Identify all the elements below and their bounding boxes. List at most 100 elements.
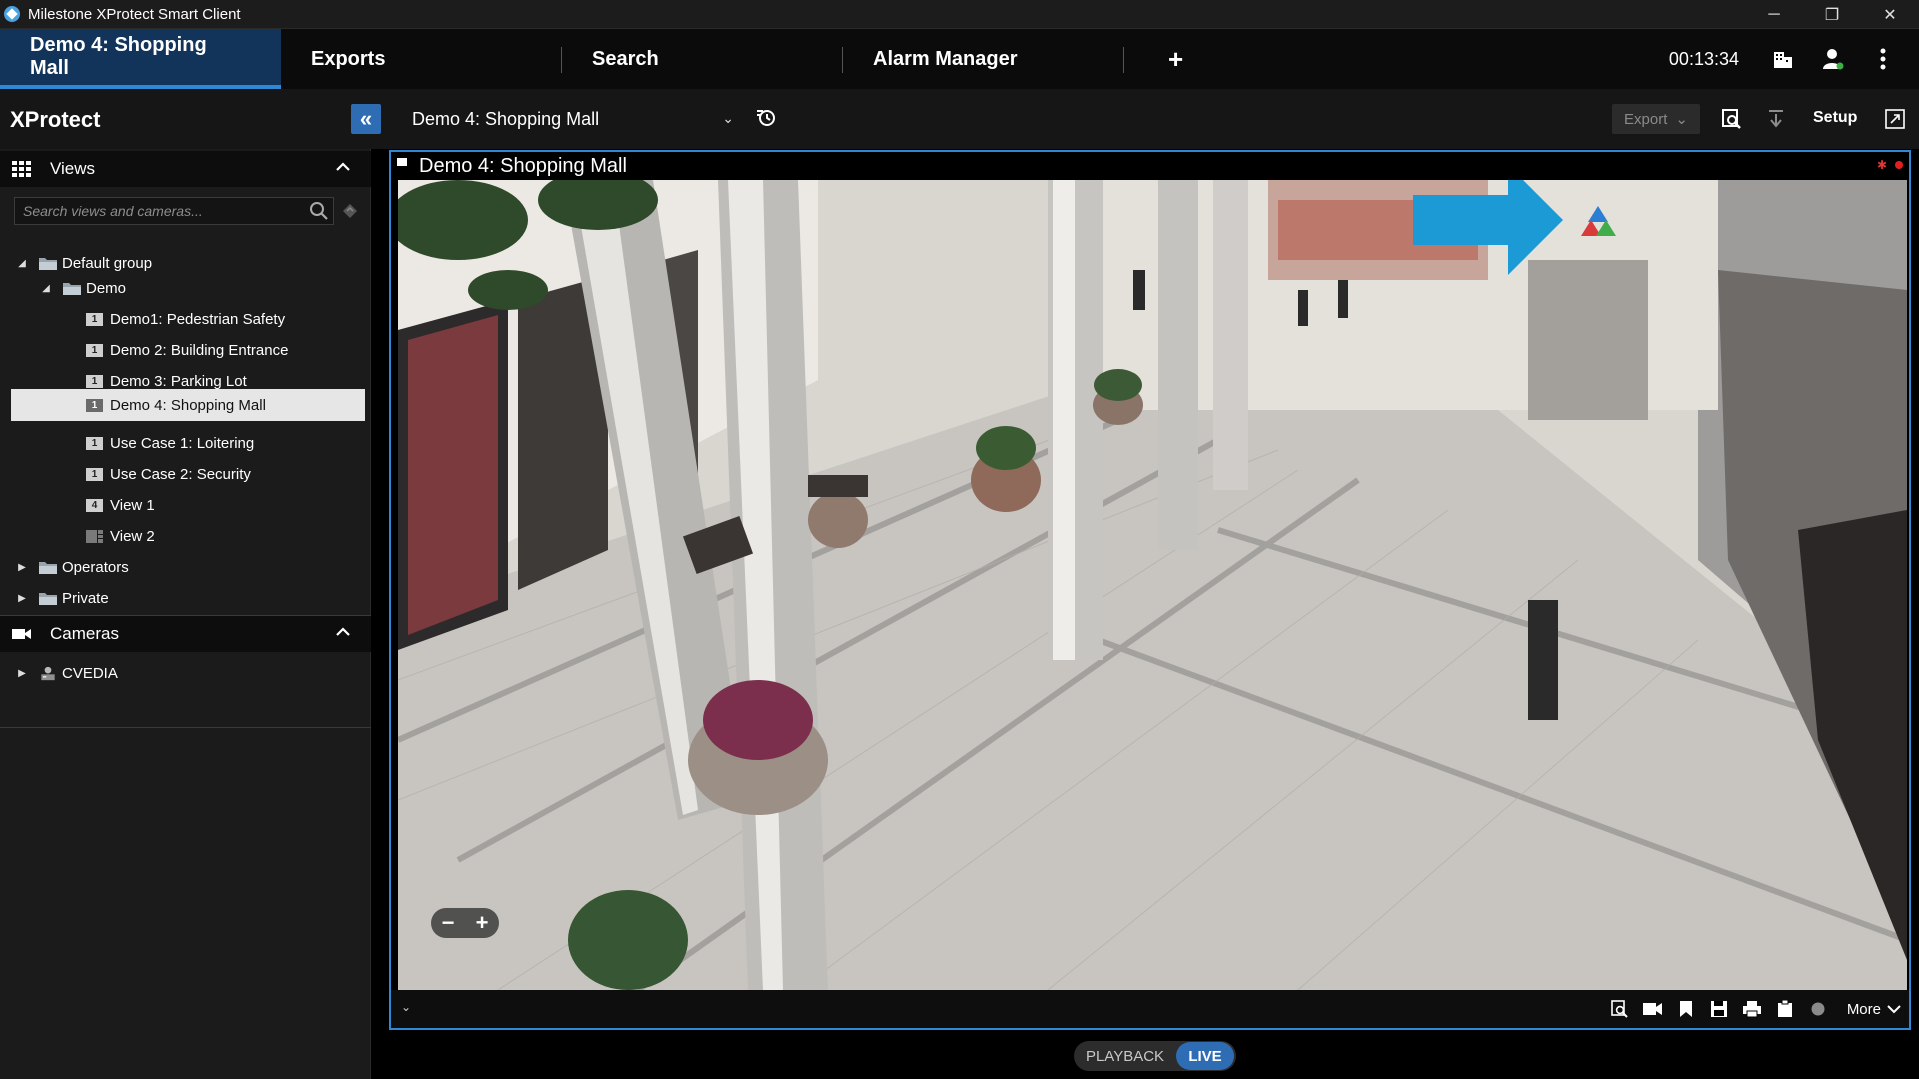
tree-view-use-case-1[interactable]: 1 Use Case 1: Loitering: [86, 429, 254, 457]
more-menu-button[interactable]: More: [1847, 1001, 1901, 1018]
more-label: More: [1846, 1000, 1881, 1018]
add-tab-button[interactable]: +: [1124, 29, 1183, 89]
tab-search[interactable]: Search: [562, 29, 843, 89]
views-pane-header[interactable]: Views: [0, 151, 371, 187]
playback-mode-button[interactable]: PLAYBACK: [1074, 1048, 1176, 1065]
export-label: Export: [1624, 110, 1668, 128]
tree-label: CVEDIA: [62, 664, 118, 682]
single-view-icon: 1: [86, 398, 103, 412]
single-view-icon: 1: [86, 312, 103, 326]
tree-folder-private[interactable]: ▶ Private: [16, 584, 109, 612]
tree-label: Demo 3: Parking Lot: [110, 372, 247, 390]
tree-label: Use Case 2: Security: [110, 465, 251, 483]
bookmark-icon[interactable]: [1676, 999, 1696, 1019]
restore-button[interactable]: ❐: [1803, 0, 1861, 29]
tree-server-cvedia[interactable]: ▶ CVEDIA: [16, 659, 118, 687]
clock: 00:13:34: [1668, 48, 1739, 69]
selected-view-label: Demo 4: Shopping Mall: [412, 108, 600, 129]
tab-separator: [1123, 47, 1124, 73]
close-button[interactable]: ✕: [1861, 0, 1919, 29]
clear-filter-icon[interactable]: [340, 201, 360, 221]
cameras-pane-title: Cameras: [50, 624, 119, 643]
user-icon[interactable]: [1819, 45, 1847, 73]
tree-folder-default-group[interactable]: ◢ Default group: [16, 249, 152, 277]
more-options-icon[interactable]: [1869, 45, 1897, 73]
collapsed-arrow-icon[interactable]: ▶: [16, 593, 28, 604]
tab-demo-4-shopping-mall[interactable]: Demo 4: Shopping Mall: [0, 29, 281, 89]
tree-label: Demo1: Pedestrian Safety: [110, 310, 286, 328]
record-camera-icon[interactable]: [1642, 999, 1663, 1019]
tree-folder-operators[interactable]: ▶ Operators: [16, 553, 129, 581]
camera-navigator-icon[interactable]: [754, 105, 782, 133]
expanded-arrow-icon[interactable]: ◢: [40, 283, 52, 294]
zoom-out-button[interactable]: −: [442, 910, 455, 936]
camera-toolbar-actions: More: [1610, 990, 1901, 1028]
camera-toolbar: ⌄ More: [391, 990, 1909, 1028]
status-indicators: ✱: [1877, 158, 1903, 172]
tab-label: Search: [592, 47, 659, 70]
tree-view-demo2[interactable]: 1 Demo 2: Building Entrance: [86, 336, 288, 364]
camera-view-item[interactable]: Demo 4: Shopping Mall ✱ − + ⌄ More: [389, 150, 1911, 1030]
chevron-down-icon: ⌄: [1675, 111, 1688, 128]
tab-label: Alarm Manager: [873, 47, 1018, 70]
print-icon[interactable]: [1742, 999, 1762, 1019]
live-video-feed[interactable]: [398, 180, 1907, 990]
save-icon[interactable]: [1709, 999, 1729, 1019]
tree-view-demo1[interactable]: 1 Demo1: Pedestrian Safety: [86, 305, 285, 333]
cameras-pane-header[interactable]: Cameras: [0, 616, 371, 652]
tab-exports[interactable]: Exports: [281, 29, 562, 89]
views-pane-title: Views: [50, 159, 96, 178]
view-selector-dropdown[interactable]: Demo 4: Shopping Mall ⌄: [412, 104, 734, 134]
motion-icon: ✱: [1876, 158, 1887, 172]
collapsed-arrow-icon[interactable]: ▶: [16, 562, 28, 573]
tree-folder-demo[interactable]: ◢ Demo: [40, 274, 126, 302]
video-camera-icon: [12, 629, 31, 639]
expanded-arrow-icon[interactable]: ◢: [16, 258, 28, 269]
quad-view-icon: 4: [86, 498, 103, 512]
tree-label: Demo 2: Building Entrance: [110, 341, 289, 359]
send-to-window-icon[interactable]: [1761, 104, 1791, 134]
search-icon[interactable]: [309, 201, 329, 221]
fullscreen-icon[interactable]: [1880, 104, 1910, 134]
clipboard-icon[interactable]: [1775, 999, 1795, 1019]
app-logo-icon: [4, 6, 20, 22]
live-mode-button[interactable]: LIVE: [1176, 1042, 1234, 1070]
collapse-sidebar-button[interactable]: «: [351, 104, 381, 134]
camera-title-bar: Demo 4: Shopping Mall ✱: [391, 152, 1909, 180]
start-recording-icon[interactable]: [1808, 999, 1828, 1019]
setup-button[interactable]: Setup: [1813, 109, 1857, 127]
tab-alarm-manager[interactable]: Alarm Manager: [843, 29, 1124, 89]
views-search-input[interactable]: Search views and cameras...: [14, 197, 334, 225]
search-icon[interactable]: [1610, 999, 1630, 1019]
tab-label: Demo 4: Shopping Mall: [30, 34, 207, 79]
workspace-header: XProtect « Demo 4: Shopping Mall ⌄ Expor…: [0, 89, 1919, 149]
server-icon: [41, 666, 55, 680]
folder-icon: [39, 257, 57, 270]
digital-zoom-control: − +: [431, 908, 499, 938]
collapsed-arrow-icon[interactable]: ▶: [16, 668, 28, 679]
tree-view-view-1[interactable]: 4 View 1: [86, 491, 155, 519]
tree-view-use-case-2[interactable]: 1 Use Case 2: Security: [86, 460, 251, 488]
chevron-down-icon[interactable]: ⌄: [401, 1000, 411, 1014]
zoom-in-button[interactable]: +: [476, 910, 489, 936]
camera-title: Demo 4: Shopping Mall: [419, 154, 627, 177]
tree-label: Use Case 1: Loitering: [110, 434, 255, 452]
folder-icon: [63, 282, 81, 295]
chevron-up-icon[interactable]: [335, 159, 351, 175]
search-sequences-icon[interactable]: [1717, 104, 1747, 134]
single-view-icon: 1: [86, 374, 103, 388]
brand-title: XProtect: [10, 107, 101, 132]
minimize-button[interactable]: ─: [1745, 0, 1803, 29]
chevron-up-icon[interactable]: [335, 624, 351, 640]
playback-live-toggle: PLAYBACK LIVE: [1074, 1041, 1236, 1071]
tree-view-demo4-selected[interactable]: 1 Demo 4: Shopping Mall: [11, 389, 365, 421]
tree-view-view-2[interactable]: View 2: [86, 522, 155, 550]
tree-label: View 1: [110, 496, 155, 514]
folder-icon: [39, 561, 57, 574]
tab-label: Exports: [311, 47, 386, 70]
export-button[interactable]: Export ⌄: [1612, 104, 1700, 134]
camera-image: [398, 180, 1907, 990]
building-status-icon[interactable]: [1769, 45, 1797, 73]
top-right-tools: 00:13:34: [1669, 29, 1919, 89]
recording-indicator-icon: [1895, 161, 1903, 169]
